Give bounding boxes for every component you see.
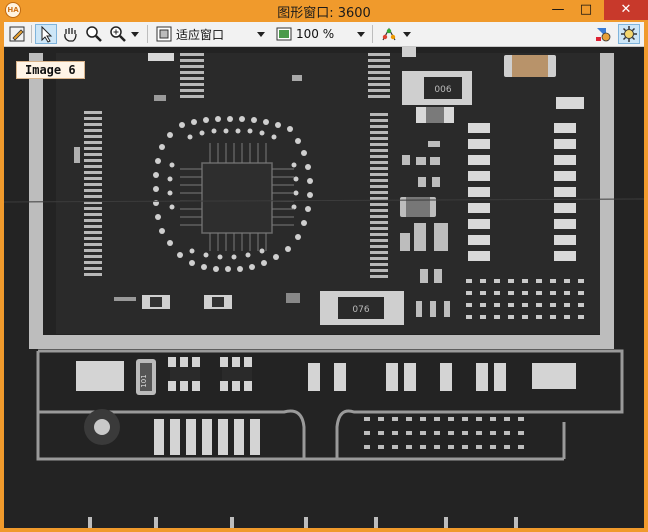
title-bar: HA 图形窗口: 3600 — □ ✕ [0, 0, 648, 22]
image-canvas[interactable]: 006 076 101 [4, 47, 644, 528]
inspect-tool-icon[interactable] [592, 24, 614, 44]
fit-dropdown-arrow-icon[interactable] [254, 24, 268, 44]
toolbar-separator [31, 25, 32, 43]
magnifier-icon[interactable] [83, 24, 105, 44]
zoom-level-dropdown-arrow-icon[interactable] [354, 24, 368, 44]
hand-pan-icon[interactable] [59, 24, 81, 44]
chip-marking-076: 076 [352, 305, 369, 315]
chip-marking-006: 006 [434, 85, 451, 95]
zoom-level-icon[interactable] [274, 24, 294, 44]
minimize-button[interactable]: — [544, 0, 572, 20]
edit-pencil-icon[interactable] [6, 24, 28, 44]
fit-window-icon[interactable] [154, 24, 174, 44]
palette-dropdown-arrow-icon[interactable] [400, 24, 414, 44]
resistor-marking-101: 101 [140, 374, 148, 387]
maximize-button[interactable]: □ [572, 0, 600, 20]
toolbar: 适应窗口 100 % [4, 22, 644, 47]
toolbar-separator [147, 25, 148, 43]
pcb-image: 006 076 101 [4, 47, 644, 528]
image-label: Image 6 [16, 61, 85, 79]
zoom-level-value[interactable]: 100 % [296, 24, 356, 44]
settings-gear-icon[interactable] [618, 24, 640, 44]
zoom-plus-icon[interactable] [107, 24, 129, 44]
toolbar-separator [372, 25, 373, 43]
zoom-dropdown-arrow-icon[interactable] [128, 24, 142, 44]
color-palette-icon[interactable] [378, 24, 400, 44]
pointer-icon[interactable] [35, 24, 57, 44]
fit-window-label[interactable]: 适应窗口 [176, 24, 246, 44]
close-button[interactable]: ✕ [604, 0, 648, 20]
